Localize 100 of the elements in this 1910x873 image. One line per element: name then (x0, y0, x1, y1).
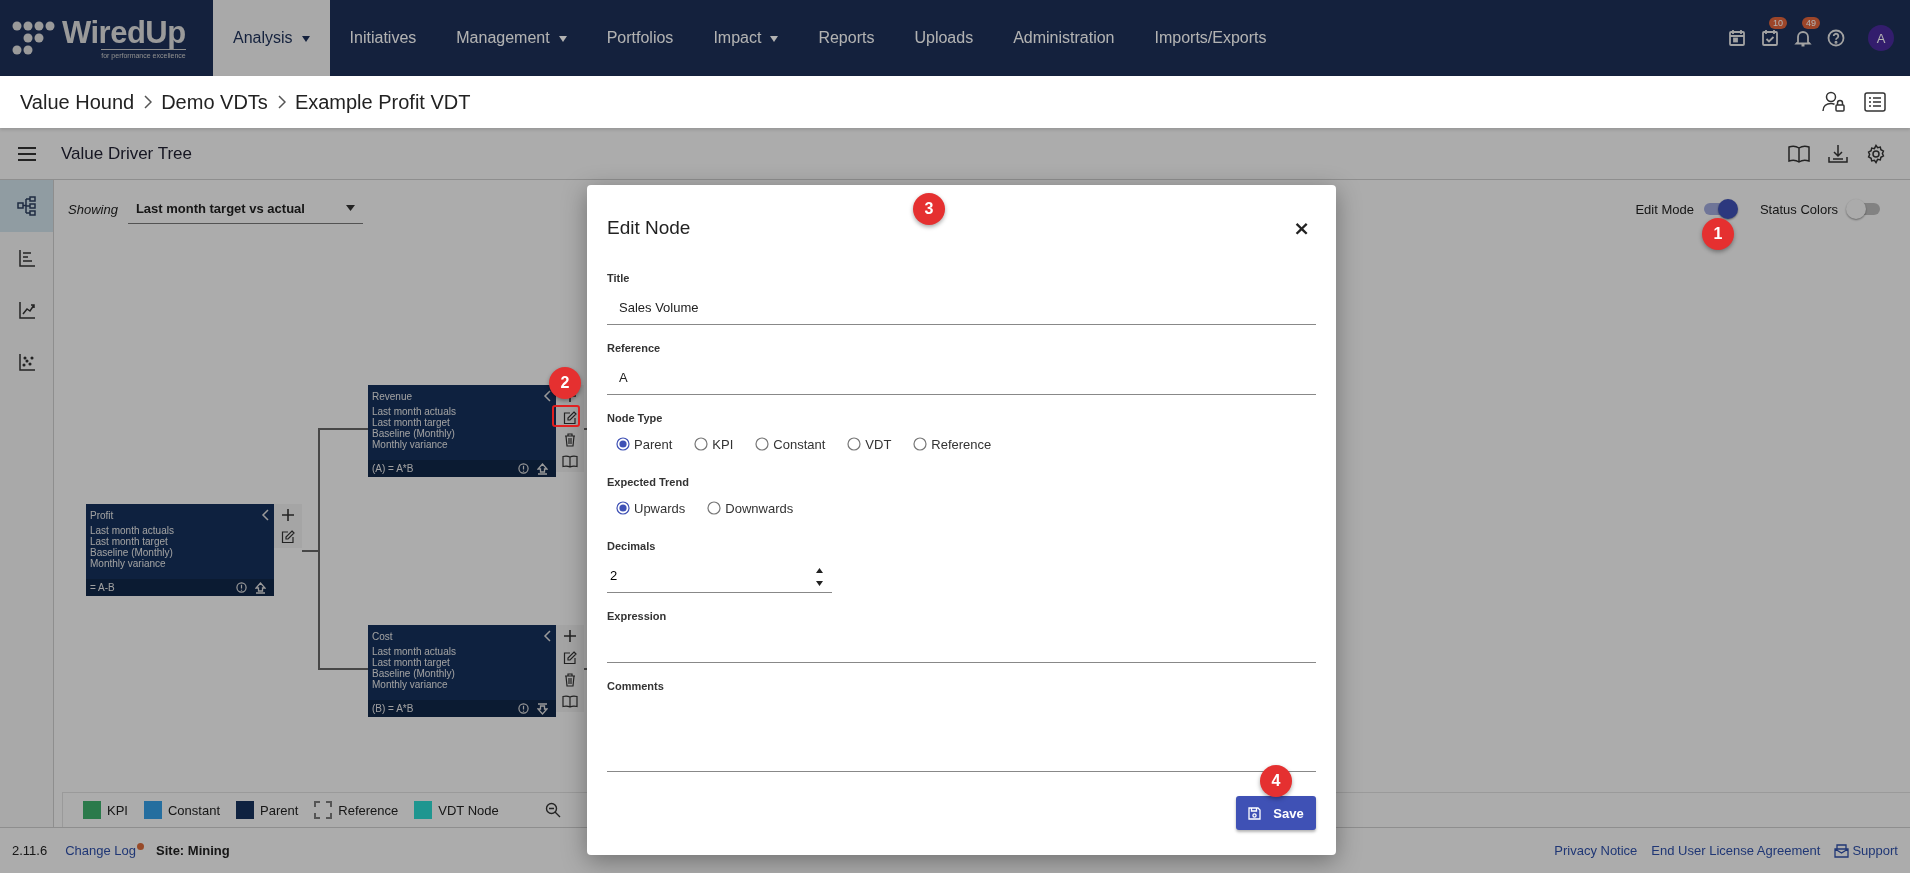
plus-icon[interactable] (281, 508, 295, 522)
book-icon[interactable] (1788, 144, 1810, 163)
menu-icon[interactable] (18, 146, 36, 161)
edit-icon[interactable] (563, 651, 577, 665)
info-icon[interactable] (518, 703, 529, 714)
radio-icon[interactable] (616, 437, 630, 451)
floppy-icon (1248, 806, 1262, 820)
settings-icon[interactable] (1866, 143, 1886, 164)
node-metric: Monthly variance (372, 439, 448, 450)
rail-tab[interactable] (0, 180, 53, 232)
plus-icon[interactable] (563, 629, 577, 643)
nav-tab[interactable]: Administration (993, 0, 1135, 76)
tree-icon (16, 196, 37, 216)
trash-icon[interactable] (564, 433, 576, 447)
trash-icon[interactable] (564, 673, 576, 687)
legend-label: Parent (260, 802, 299, 818)
tree-node[interactable]: Profit Last month actuals Last month target Baseline (Monthly) Monthly variance = A-B (86, 504, 274, 596)
calendar-icon[interactable] (1728, 29, 1746, 47)
radio-icon[interactable] (694, 437, 709, 451)
legend-label: Constant (167, 802, 220, 818)
toggle-label: Edit Mode (1635, 201, 1694, 217)
save-button[interactable]: Save (1236, 796, 1316, 830)
collapse-icon[interactable] (261, 509, 269, 521)
radio-icon[interactable] (755, 437, 770, 451)
up-arrow-icon (255, 581, 266, 594)
tree-node[interactable]: Revenue Last month actuals Last month target Baseline (Monthly) Monthly variance (A) = A*B (368, 385, 556, 477)
view-select[interactable]: Last month target vs actual (127, 194, 363, 224)
zoom-out-icon[interactable] (544, 802, 561, 818)
breadcrumb-link[interactable]: Example Profit VDT (294, 90, 471, 114)
close-button[interactable]: × (1287, 216, 1316, 240)
edit-icon[interactable] (563, 411, 577, 425)
radio-icon[interactable] (847, 437, 862, 451)
node-title: Revenue (372, 390, 413, 402)
collapse-icon[interactable] (543, 390, 551, 402)
breadcrumb-link[interactable]: Demo VDTs (161, 90, 268, 114)
nav-tab[interactable]: Portfolios (586, 0, 694, 76)
nav-tab[interactable]: Impact (693, 0, 799, 76)
legend-label: Reference (338, 802, 399, 818)
nav-tab[interactable]: Management (436, 0, 587, 76)
edit-icon[interactable] (281, 530, 295, 544)
nav-tab[interactable]: Uploads (894, 0, 994, 76)
count-badge: 49 (1802, 17, 1820, 29)
radio-option[interactable]: Upwards (616, 500, 686, 516)
radio-icon[interactable] (616, 501, 630, 515)
scatter-chart-icon (17, 353, 36, 371)
down-arrow-icon (537, 702, 548, 715)
change-log-link[interactable]: Change Log (65, 843, 137, 858)
user-avatar[interactable]: A (1868, 25, 1894, 51)
list-chart-icon (17, 249, 36, 267)
node-metric: Last month actuals (90, 525, 175, 536)
radio-option[interactable]: Downwards (707, 500, 794, 516)
field-label: Comments (607, 679, 665, 693)
info-icon[interactable] (518, 463, 529, 474)
trend-chart-icon (17, 301, 36, 319)
step-marker: 1 (1702, 218, 1734, 250)
support-link[interactable]: Support (1852, 843, 1898, 858)
radio-option[interactable]: Reference (913, 436, 992, 452)
radio-icon[interactable] (707, 501, 722, 515)
bell-icon[interactable] (1794, 29, 1812, 47)
field-label: Node Type (607, 411, 664, 425)
node-metric: Last month actuals (372, 646, 457, 657)
radio-option[interactable]: VDT (847, 436, 892, 452)
chevron-icon (276, 95, 286, 109)
download-icon[interactable] (1828, 143, 1848, 164)
node-formula: = A-B (90, 582, 115, 593)
radio-icon[interactable] (913, 437, 928, 451)
radio-option[interactable]: Parent (616, 436, 673, 452)
footer-link[interactable]: End User License Agreement (1651, 843, 1821, 858)
field-label: Expression (607, 609, 668, 623)
node-formula: (A) = A*B (372, 463, 414, 474)
list-icon[interactable] (1864, 92, 1886, 112)
nav-tab[interactable]: Analysis (213, 0, 330, 76)
collapse-icon[interactable] (543, 630, 551, 642)
info-icon[interactable] (236, 582, 247, 593)
node-metric: Baseline (Monthly) (372, 428, 456, 439)
breadcrumb-link[interactable]: Value Hound (20, 90, 135, 114)
radio-option[interactable]: Constant (755, 436, 826, 452)
node-formula: (B) = A*B (372, 703, 414, 714)
logo-icon (12, 19, 56, 57)
toggle-label: Status Colors (1759, 201, 1838, 217)
mail-icon[interactable] (1834, 843, 1850, 858)
node-metric: Baseline (Monthly) (372, 668, 456, 679)
tree-node[interactable]: Cost Last month actuals Last month target Baseline (Monthly) Monthly variance (B) = A*B (368, 625, 556, 717)
footer-link[interactable]: Privacy Notice (1554, 843, 1638, 858)
book-icon[interactable] (562, 695, 578, 708)
up-arrow-icon (537, 462, 548, 475)
spinner-icon[interactable] (815, 567, 824, 587)
nav-tab[interactable]: Reports (798, 0, 895, 76)
caret-icon (345, 205, 355, 211)
nav-tab[interactable]: Imports/Exports (1134, 0, 1287, 76)
field-label: Expected Trend (607, 475, 690, 489)
user-lock-icon[interactable] (1822, 91, 1846, 113)
legend-swatch (314, 801, 333, 819)
help-icon[interactable] (1827, 29, 1845, 47)
node-metric: Last month target (372, 657, 450, 668)
notification-dot (137, 843, 145, 850)
radio-option[interactable]: KPI (694, 436, 734, 452)
task-check-icon[interactable] (1761, 29, 1779, 47)
book-icon[interactable] (562, 455, 578, 468)
node-metric: Last month actuals (372, 406, 457, 417)
